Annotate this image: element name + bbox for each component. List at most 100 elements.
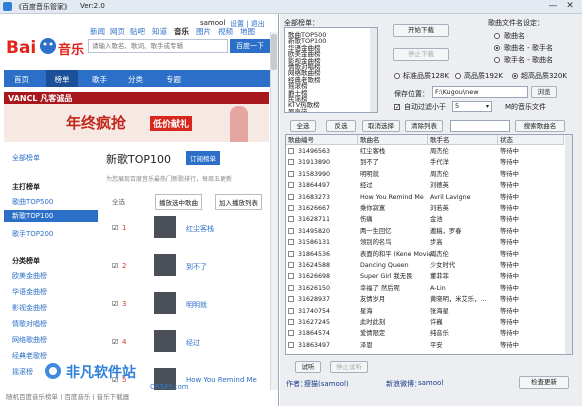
sidebar-cat-chinese[interactable]: 华语金曲榜 bbox=[12, 287, 47, 297]
row-checkbox[interactable] bbox=[288, 193, 294, 200]
song-title[interactable]: 到不了 bbox=[186, 262, 207, 272]
album-cover[interactable] bbox=[154, 330, 176, 352]
row-checkbox[interactable] bbox=[288, 330, 294, 337]
song-title[interactable]: 红尘客栈 bbox=[186, 224, 214, 234]
search-box[interactable] bbox=[88, 39, 228, 53]
catalog-item[interactable]: 原声带 bbox=[288, 106, 308, 112]
nav-news[interactable]: 新闻 bbox=[90, 26, 105, 37]
table-row[interactable]: 31624588 Dancing Queen 少女时代 等待中 bbox=[286, 260, 564, 271]
table-row[interactable]: 31628711 伤痛 金池 等待中 bbox=[286, 214, 564, 225]
save-path-field[interactable]: F:\Kugou\new bbox=[432, 86, 528, 98]
baidu-music-logo[interactable]: Bai 音乐 bbox=[6, 33, 84, 59]
radio-song[interactable] bbox=[494, 33, 500, 39]
row-checkbox[interactable] bbox=[288, 341, 294, 348]
song-title[interactable]: 经过 bbox=[186, 338, 200, 348]
tab-charts[interactable]: 榜单 bbox=[46, 70, 78, 87]
start-download-button[interactable]: 开始下载 bbox=[393, 24, 449, 37]
sidebar-item-top200[interactable]: 歌手TOP200 bbox=[12, 229, 53, 239]
album-cover[interactable] bbox=[154, 216, 176, 238]
album-cover[interactable] bbox=[154, 254, 176, 276]
album-cover[interactable] bbox=[154, 292, 176, 314]
row-checkbox[interactable] bbox=[288, 250, 294, 257]
nav-image[interactable]: 图片 bbox=[196, 26, 211, 37]
row-checkbox[interactable] bbox=[288, 307, 294, 314]
nav-video[interactable]: 视频 bbox=[218, 26, 233, 37]
tab-category[interactable]: 分类 bbox=[128, 74, 143, 85]
table-row[interactable]: 31740754 星海 张海星 等待中 bbox=[286, 306, 564, 317]
table-row[interactable]: 31496563 红尘客栈 周杰伦 等待中 bbox=[286, 146, 564, 157]
song-search-input[interactable] bbox=[450, 120, 510, 132]
song-check-icon[interactable]: ☑ bbox=[112, 300, 118, 308]
sidebar-cat-film[interactable]: 影视金曲榜 bbox=[12, 303, 47, 313]
row-checkbox[interactable] bbox=[288, 159, 294, 166]
nav-tieba[interactable]: 贴吧 bbox=[130, 26, 145, 37]
radio-song-singer[interactable] bbox=[494, 45, 500, 51]
table-row[interactable]: 31863497 泽恩 平安 等待中 bbox=[286, 340, 564, 351]
search-song-button[interactable]: 搜索歌曲名 bbox=[515, 120, 565, 132]
stop-preview-button[interactable]: 停止试听 bbox=[330, 361, 368, 373]
close-button[interactable]: ✕ bbox=[563, 1, 577, 12]
table-row[interactable]: 31627245 此时此刻 许巍 等待中 bbox=[286, 317, 564, 328]
row-checkbox[interactable] bbox=[288, 216, 294, 223]
ad-banner[interactable]: VANCL 凡客诚品 年终疯抢 低价献礼 bbox=[4, 92, 269, 142]
sidebar-cat-duet[interactable]: 情歌对唱榜 bbox=[12, 319, 47, 329]
sidebar-cat-western[interactable]: 欧美金曲榜 bbox=[12, 271, 47, 281]
col-id[interactable]: 歌曲编号 bbox=[286, 135, 358, 145]
nav-zhidao[interactable]: 知道 bbox=[152, 26, 167, 37]
row-checkbox[interactable] bbox=[288, 319, 294, 325]
sidebar-item-top100[interactable]: 新歌TOP100 bbox=[4, 210, 98, 222]
table-row[interactable]: 31583990 明明就 周杰伦 等待中 bbox=[286, 169, 564, 180]
song-check-icon[interactable]: ☑ bbox=[112, 262, 118, 270]
table-row[interactable]: 31683273 How You Remind Me Avril Lavigne 等待… bbox=[286, 192, 564, 203]
row-checkbox[interactable] bbox=[288, 148, 294, 154]
sidebar-cat-net[interactable]: 网络歌曲榜 bbox=[12, 335, 47, 345]
select-all-label[interactable]: 全选 bbox=[112, 196, 125, 206]
nav-music[interactable]: 音乐 bbox=[174, 26, 189, 37]
search-button[interactable]: 百度一下 bbox=[230, 39, 270, 53]
table-row[interactable]: 31626698 Super Girl 我无畏 董菲菲 等待中 bbox=[286, 271, 564, 282]
table-row[interactable]: 31586131 领别的名鸟 步高 等待中 bbox=[286, 237, 564, 248]
table-row[interactable]: 31495820 两一生回忆 邀稿，罗春 等待中 bbox=[286, 226, 564, 237]
browse-button[interactable]: 浏览 bbox=[531, 86, 557, 98]
radio-singer-song[interactable] bbox=[494, 57, 500, 63]
table-row[interactable]: 31626667 乘你寂寞 刘若英 等待中 bbox=[286, 203, 564, 214]
table-row[interactable]: 31864574 爱情限定 纯音乐 等待中 bbox=[286, 328, 564, 339]
radio-quality-320[interactable] bbox=[512, 73, 518, 79]
play-selected-button[interactable]: 播放选中歌曲 bbox=[155, 194, 202, 210]
song-title[interactable]: 明明就 bbox=[186, 300, 207, 310]
invert-select-button[interactable]: 反选 bbox=[326, 120, 356, 132]
row-checkbox[interactable] bbox=[288, 284, 294, 291]
tab-home[interactable]: 首页 bbox=[14, 74, 29, 85]
table-scrollbar[interactable] bbox=[565, 135, 572, 354]
table-row[interactable]: 31864497 经过 刘德英 等待中 bbox=[286, 180, 564, 191]
song-check-icon[interactable]: ☑ bbox=[112, 224, 118, 232]
col-singer[interactable]: 歌手名 bbox=[428, 135, 498, 145]
filter-size-select[interactable]: 5 ▾ bbox=[452, 101, 492, 112]
sidebar-all[interactable]: 全部榜单 bbox=[12, 153, 40, 163]
tab-topics[interactable]: 专题 bbox=[166, 74, 181, 85]
catalog-scrollbar[interactable] bbox=[370, 28, 377, 112]
table-row[interactable]: 31628937 友情岁月 黄晓明，米艾乐，... 等待中 bbox=[286, 294, 564, 305]
song-check-icon[interactable]: ☑ bbox=[112, 338, 118, 346]
radio-quality-192[interactable] bbox=[455, 73, 461, 79]
select-all-button[interactable]: 全选 bbox=[290, 120, 316, 132]
nav-map[interactable]: 地图 bbox=[240, 26, 255, 37]
add-playlist-button[interactable]: 加入播放列表 bbox=[215, 194, 262, 210]
check-update-button[interactable]: 检查更新 bbox=[519, 376, 569, 389]
auto-filter-checkbox[interactable]: ✓ bbox=[394, 104, 400, 111]
blog-link[interactable]: samool bbox=[418, 379, 443, 387]
author-name[interactable]: 瘦猫(samool) bbox=[304, 379, 349, 389]
table-row[interactable]: 31864536 表面的和平 (Kene Movie... 周杰伦 等待中 bbox=[286, 249, 564, 260]
preview-button[interactable]: 试听 bbox=[295, 361, 321, 373]
clear-select-button[interactable]: 取消选择 bbox=[362, 120, 400, 132]
subscribe-button[interactable]: 订阅榜单 bbox=[186, 151, 220, 165]
table-row[interactable]: 31626150 幸福了 然后呢 A-Lin 等待中 bbox=[286, 283, 564, 294]
minimize-button[interactable]: — bbox=[546, 1, 560, 12]
catalog-list[interactable]: 歌曲TOP500 新歌TOP100 华语金曲榜 欧美金曲榜 影视金曲榜 情歌对唱榜 网络歌曲… bbox=[284, 27, 378, 113]
row-checkbox[interactable] bbox=[288, 170, 294, 177]
radio-quality-128[interactable] bbox=[394, 73, 400, 79]
col-name[interactable]: 歌曲名 bbox=[358, 135, 428, 145]
nav-web[interactable]: 网页 bbox=[110, 26, 125, 37]
row-checkbox[interactable] bbox=[288, 239, 294, 246]
page-scrollbar[interactable] bbox=[270, 32, 278, 390]
